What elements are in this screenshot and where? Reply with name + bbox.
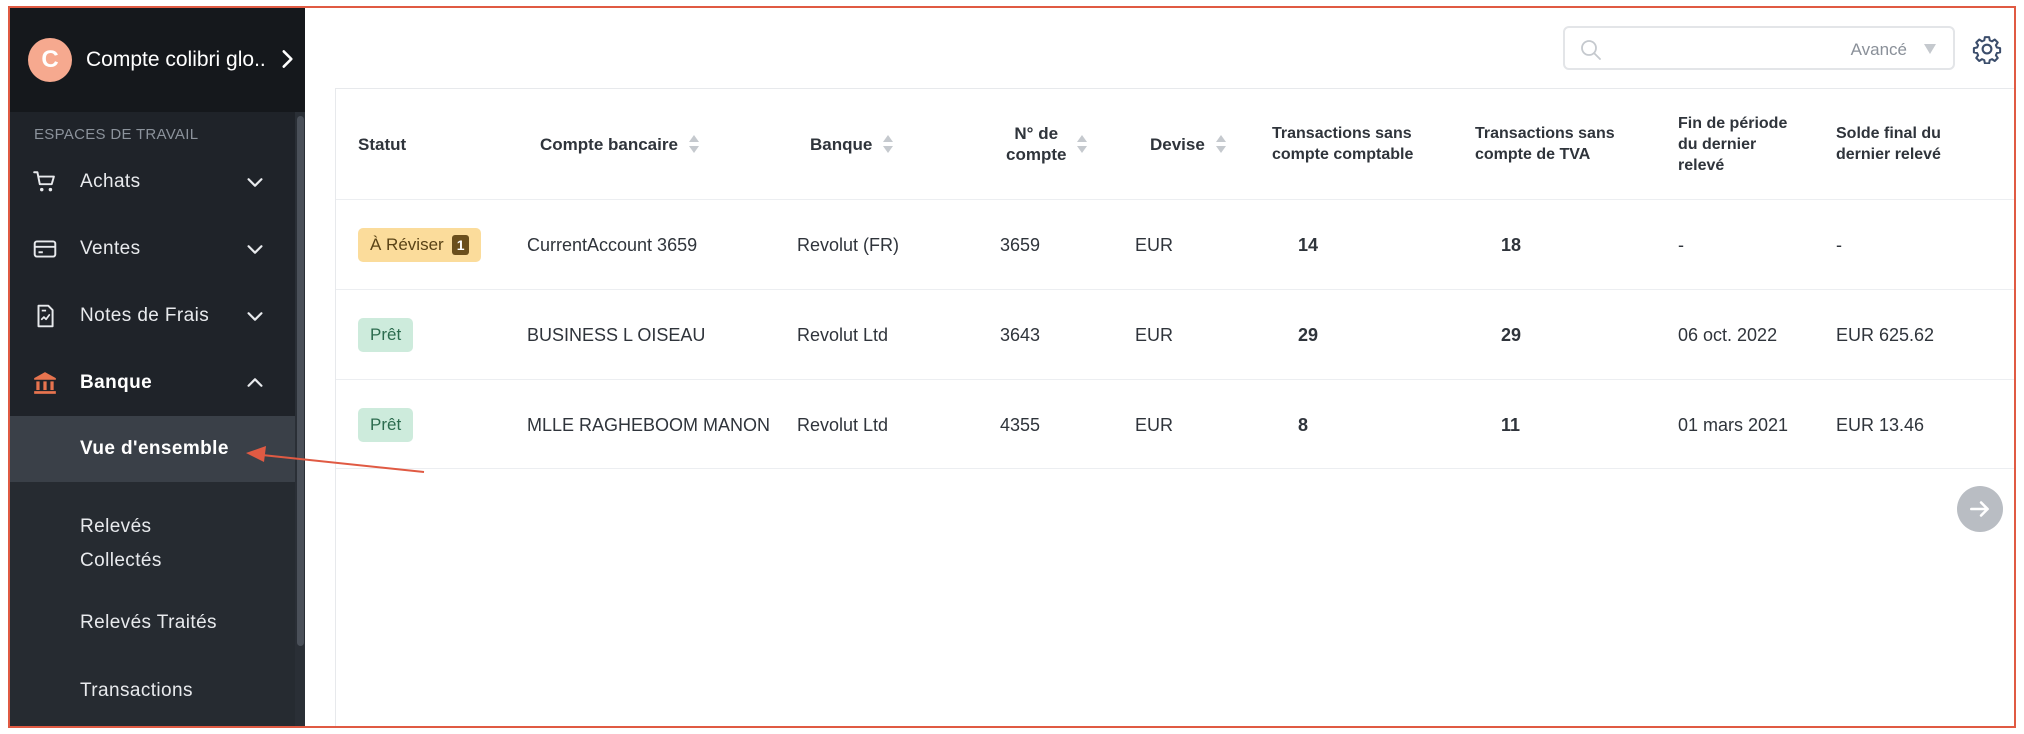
card-icon bbox=[32, 236, 58, 262]
period-end-cell: - bbox=[1678, 234, 1684, 255]
receipt-icon bbox=[32, 303, 58, 329]
review-count-badge: 1 bbox=[451, 235, 470, 255]
column-header-tx-without-account: Transactions sans compte comptable bbox=[1272, 125, 1414, 163]
status-cell: À Réviser 1 bbox=[358, 200, 482, 290]
bank-accounts-table: Statut Compte bancaire Banque N° de compt… bbox=[335, 88, 2014, 726]
bank-cell: Revolut Ltd bbox=[797, 324, 889, 345]
column-header-bank[interactable]: Banque bbox=[810, 89, 894, 199]
tx-without-account-cell: 8 bbox=[1298, 414, 1309, 435]
period-end-cell: 01 mars 2021 bbox=[1678, 414, 1789, 435]
sort-icon[interactable] bbox=[882, 133, 894, 155]
sidebar-subitem-label: Transactions bbox=[80, 680, 193, 701]
section-label: ESPACES DE TRAVAIL bbox=[34, 126, 199, 143]
chevron-up-icon bbox=[247, 378, 263, 387]
sidebar-scroll-thumb[interactable] bbox=[297, 116, 304, 646]
column-header-account-number[interactable]: N° de compte bbox=[1006, 89, 1088, 199]
sidebar-item-label: Ventes bbox=[80, 238, 141, 259]
app-window: C Compte colibri glo... ESPACES DE TRAVA… bbox=[8, 6, 2016, 728]
final-balance-cell: EUR 625.62 bbox=[1836, 324, 1935, 345]
cart-icon bbox=[32, 169, 58, 195]
currency-cell: EUR bbox=[1135, 324, 1174, 345]
currency-cell: EUR bbox=[1135, 234, 1174, 255]
chevron-right-icon bbox=[282, 50, 293, 68]
status-cell: Prêt bbox=[358, 290, 414, 380]
bank-icon bbox=[32, 370, 58, 396]
tx-without-account-cell: 29 bbox=[1298, 324, 1319, 345]
account-switcher[interactable]: C Compte colibri glo... bbox=[10, 8, 305, 112]
arrow-right-icon bbox=[1970, 501, 1989, 517]
sort-icon[interactable] bbox=[688, 133, 700, 155]
caret-down-icon[interactable] bbox=[1923, 43, 1937, 55]
scroll-right-button[interactable] bbox=[1957, 486, 2003, 532]
sidebar-subitem-vue-ensemble[interactable]: Vue d'ensemble bbox=[10, 416, 295, 482]
account-name-cell: BUSINESS L OISEAU bbox=[527, 324, 706, 345]
sort-icon[interactable] bbox=[1215, 133, 1227, 155]
account-name-cell: CurrentAccount 3659 bbox=[527, 234, 698, 255]
sidebar-subitem-transactions[interactable]: Transactions bbox=[10, 680, 295, 702]
tx-without-account-cell: 14 bbox=[1298, 234, 1319, 255]
final-balance-cell: EUR 13.46 bbox=[1836, 414, 1925, 435]
chevron-down-icon bbox=[247, 245, 263, 254]
account-name: Compte colibri glo... bbox=[86, 48, 266, 71]
table-row[interactable]: Prêt MLLE RAGHEBOOM MANON Revolut Ltd 43… bbox=[336, 379, 2014, 470]
column-header-final-balance: Solde final du dernier relevé bbox=[1836, 125, 1941, 163]
chevron-down-icon bbox=[247, 178, 263, 187]
bank-cell: Revolut Ltd bbox=[797, 414, 889, 435]
sidebar-item-label: Notes de Frais bbox=[80, 305, 210, 326]
main-content: Avancé Statut Compte bancaire Banque N° … bbox=[307, 8, 2014, 726]
sidebar-subitem-label: Collectés bbox=[80, 550, 162, 571]
status-badge: À Réviser 1 bbox=[358, 228, 482, 262]
sidebar-item-label: Achats bbox=[80, 171, 141, 192]
account-number-cell: 3659 bbox=[1000, 234, 1041, 255]
account-number-cell: 3643 bbox=[1000, 324, 1041, 345]
tx-without-vat-cell: 11 bbox=[1501, 414, 1521, 435]
account-name-cell: MLLE RAGHEBOOM MANON bbox=[527, 414, 771, 435]
avatar: C bbox=[28, 38, 72, 82]
column-header-status: Statut bbox=[358, 134, 407, 154]
search-input[interactable]: Avancé bbox=[1563, 26, 1955, 70]
sidebar-item-achats[interactable]: Achats bbox=[10, 153, 295, 211]
sidebar-subitem-label: Relevés Traités bbox=[80, 612, 217, 633]
sidebar: C Compte colibri glo... ESPACES DE TRAVA… bbox=[10, 8, 305, 726]
status-cell: Prêt bbox=[358, 380, 414, 470]
column-header-period-end: Fin de période du dernier relevé bbox=[1678, 114, 1788, 174]
status-badge: Prêt bbox=[358, 408, 414, 442]
advanced-search-toggle[interactable]: Avancé bbox=[1851, 40, 1907, 60]
sidebar-item-banque[interactable]: Banque bbox=[10, 354, 295, 412]
tx-without-vat-cell: 18 bbox=[1501, 234, 1522, 255]
tx-without-vat-cell: 29 bbox=[1501, 324, 1522, 345]
sidebar-item-label: Banque bbox=[80, 372, 153, 393]
final-balance-cell: - bbox=[1836, 234, 1842, 255]
period-end-cell: 06 oct. 2022 bbox=[1678, 324, 1778, 345]
column-header-tx-without-vat: Transactions sans compte de TVA bbox=[1475, 125, 1615, 163]
column-header-account[interactable]: Compte bancaire bbox=[540, 89, 700, 199]
chevron-down-icon bbox=[247, 312, 263, 321]
sidebar-subitem-label: Vue d'ensemble bbox=[80, 438, 229, 459]
column-header-currency[interactable]: Devise bbox=[1150, 89, 1227, 199]
sidebar-subitem-label: Relevés bbox=[80, 516, 152, 537]
sidebar-item-notes-de-frais[interactable]: Notes de Frais bbox=[10, 287, 295, 345]
account-number-cell: 4355 bbox=[1000, 414, 1041, 435]
table-row[interactable]: Prêt BUSINESS L OISEAU Revolut Ltd 3643 … bbox=[336, 289, 2014, 380]
sort-icon[interactable] bbox=[1076, 133, 1088, 155]
gear-icon[interactable] bbox=[1972, 34, 2002, 64]
sidebar-item-ventes[interactable]: Ventes bbox=[10, 220, 295, 278]
status-badge: Prêt bbox=[358, 318, 414, 352]
sidebar-subitem-releves-collectes[interactable]: Relevés Collectés bbox=[10, 510, 295, 578]
bank-cell: Revolut (FR) bbox=[797, 234, 900, 255]
banque-submenu: Vue d'ensemble Relevés Collectés Relevés… bbox=[10, 416, 295, 726]
table-row[interactable]: À Réviser 1 CurrentAccount 3659 Revolut (… bbox=[336, 199, 2014, 290]
sidebar-subitem-releves-traites[interactable]: Relevés Traités bbox=[10, 612, 295, 634]
search-icon bbox=[1581, 40, 1601, 60]
currency-cell: EUR bbox=[1135, 414, 1174, 435]
